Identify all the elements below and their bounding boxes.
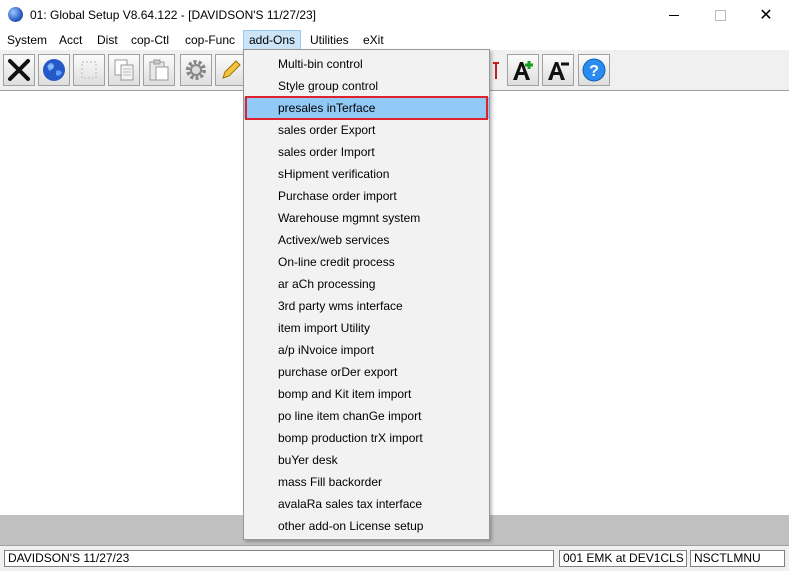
menu-exit[interactable]: eXit — [358, 30, 389, 50]
minimize-button[interactable] — [651, 0, 697, 30]
toolbar-font-increase-button[interactable] — [507, 54, 539, 86]
status-bar: DAVIDSON'S 11/27/23 001 EMK at DEV1CLS N… — [0, 545, 789, 571]
menu-item-style-group-control[interactable]: Style group control — [244, 75, 489, 97]
menu-item-activex-web-services[interactable]: Activex/web services — [244, 229, 489, 251]
toolbar-exit-button[interactable] — [3, 54, 35, 86]
toolbar-copy-button[interactable] — [108, 54, 140, 86]
maximize-icon — [714, 9, 726, 21]
menu-item-bomp-production-trx-import[interactable]: bomp production trX import — [244, 427, 489, 449]
toolbar-font-decrease-button[interactable] — [542, 54, 574, 86]
title-bar: 01: Global Setup V8.64.122 - [DAVIDSON'S… — [0, 0, 789, 30]
font-increase-icon — [513, 61, 533, 80]
menu-item-sales-order-export[interactable]: sales order Export — [244, 119, 489, 141]
minimize-icon — [669, 14, 679, 16]
menu-item-mass-fill-backorder[interactable]: mass Fill backorder — [244, 471, 489, 493]
close-x-icon — [8, 59, 30, 81]
status-company: DAVIDSON'S 11/27/23 — [4, 550, 554, 567]
menu-item-ap-invoice-import[interactable]: a/p iNvoice import — [244, 339, 489, 361]
maximize-button[interactable] — [697, 0, 743, 30]
menu-add-ons[interactable]: add-Ons — [243, 30, 302, 50]
help-icon: ? — [582, 58, 606, 82]
status-program: NSCTLMNU — [690, 550, 785, 567]
menu-bar: System Acct Dist cop-Ctl cop-Func add-On… — [0, 30, 789, 50]
menu-item-purchase-order-import[interactable]: Purchase order import — [244, 185, 489, 207]
menu-item-shipment-verification[interactable]: sHipment verification — [244, 163, 489, 185]
menu-item-sales-order-import[interactable]: sales order Import — [244, 141, 489, 163]
menu-cop-ctl[interactable]: cop-Ctl — [126, 30, 174, 50]
menu-item-bomp-and-kit-item-import[interactable]: bomp and Kit item import — [244, 383, 489, 405]
menu-item-multi-bin-control[interactable]: Multi-bin control — [244, 53, 489, 75]
menu-item-avalara-sales-tax-interface[interactable]: avalaRa sales tax interface — [244, 493, 489, 515]
menu-utilities[interactable]: Utilities — [305, 30, 354, 50]
menu-system[interactable]: System — [2, 30, 52, 50]
font-decrease-icon — [548, 62, 569, 80]
menu-item-online-credit-process[interactable]: On-line credit process — [244, 251, 489, 273]
copy-icon — [114, 59, 134, 81]
settings-gear-icon — [186, 60, 206, 80]
menu-item-buyer-desk[interactable]: buYer desk — [244, 449, 489, 471]
window-title: 01: Global Setup V8.64.122 - [DAVIDSON'S… — [30, 8, 317, 22]
close-icon: ✕ — [759, 7, 773, 24]
globe-icon — [43, 59, 65, 81]
menu-item-item-import-utility[interactable]: item import Utility — [244, 317, 489, 339]
toolbar-help-button[interactable]: ? — [578, 54, 610, 86]
menu-item-warehouse-mgmnt-system[interactable]: Warehouse mgmnt system — [244, 207, 489, 229]
menu-item-purchase-order-export[interactable]: purchase orDer export — [244, 361, 489, 383]
menu-dist[interactable]: Dist — [92, 30, 123, 50]
toolbar-settings-button[interactable] — [180, 54, 212, 86]
edit-pencil-icon — [222, 60, 241, 79]
toolbar-globe-button[interactable] — [38, 54, 70, 86]
menu-item-other-add-on-license-setup[interactable]: other add-on License setup — [244, 515, 489, 537]
toolbar-blank-button[interactable] — [73, 54, 105, 86]
app-globe-icon — [8, 7, 23, 22]
menu-item-presales-interface[interactable]: presales inTerface — [244, 96, 489, 120]
toolbar-paste-button[interactable] — [143, 54, 175, 86]
menu-item-ar-ach-processing[interactable]: ar aCh processing — [244, 273, 489, 295]
menu-item-3rd-party-wms-interface[interactable]: 3rd party wms interface — [244, 295, 489, 317]
menu-item-po-line-item-change-import[interactable]: po line item chanGe import — [244, 405, 489, 427]
paste-icon — [149, 59, 169, 81]
blank-icon — [81, 61, 97, 79]
menu-acct[interactable]: Acct — [54, 30, 87, 50]
menu-cop-func[interactable]: cop-Func — [180, 30, 240, 50]
add-ons-dropdown-menu: Multi-bin control Style group control pr… — [243, 49, 490, 540]
close-window-button[interactable]: ✕ — [743, 0, 789, 30]
svg-text:?: ? — [589, 63, 599, 80]
status-session: 001 EMK at DEV1CLS — [559, 550, 687, 567]
